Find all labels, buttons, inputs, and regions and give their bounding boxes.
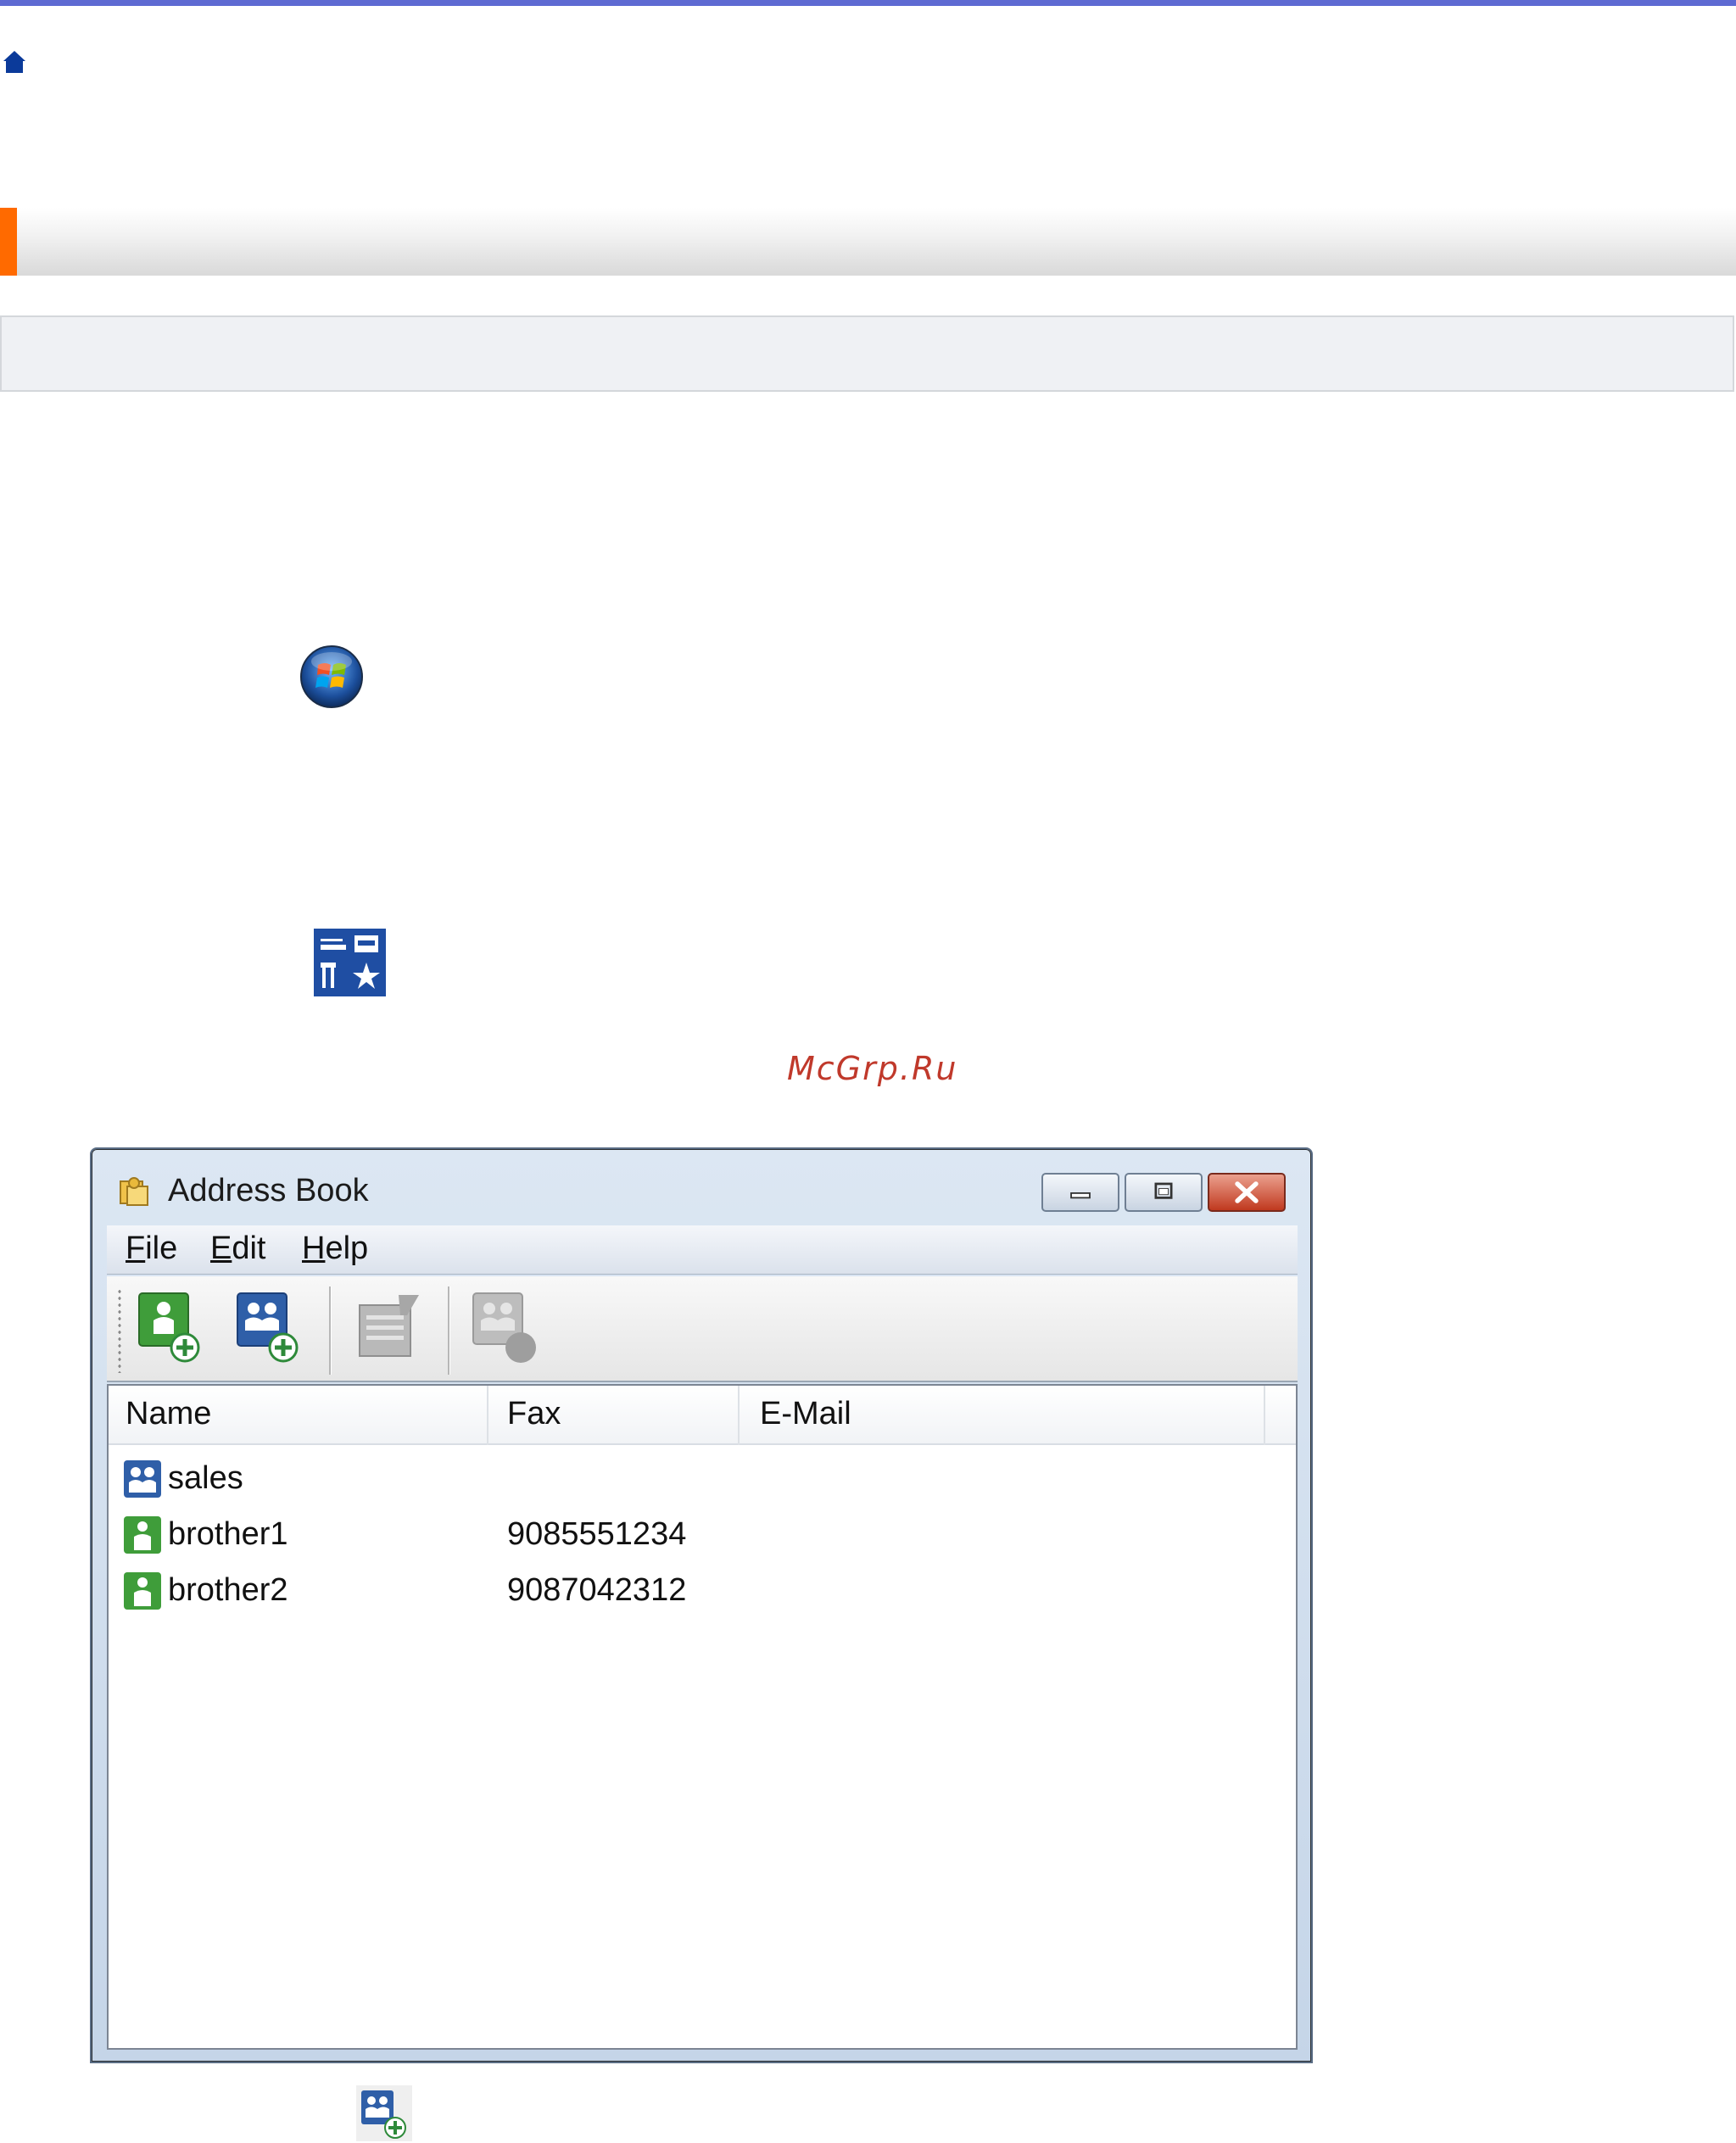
- menu-bar: File Edit Help: [107, 1225, 1298, 1275]
- windows-start-orb-icon[interactable]: [299, 645, 364, 709]
- home-icon[interactable]: [2, 49, 27, 75]
- note-box: [0, 315, 1734, 392]
- list-item[interactable]: brother2 9087042312: [109, 1565, 1296, 1616]
- address-book-window: Address Book File Edit Help Name Fax E-M…: [90, 1147, 1313, 2063]
- toolbar-separator: [448, 1286, 450, 1375]
- toolbar: [107, 1276, 1298, 1382]
- menu-edit[interactable]: Edit: [210, 1231, 266, 1267]
- member-icon: [124, 1572, 161, 1610]
- menu-help[interactable]: Help: [302, 1231, 368, 1267]
- row-name: brother2: [168, 1572, 288, 1608]
- row-fax: 9087042312: [507, 1572, 687, 1608]
- top-rule: [0, 0, 1736, 6]
- address-book-icon: [120, 1177, 148, 1206]
- brother-utilities-icon[interactable]: [314, 929, 386, 996]
- maximize-button[interactable]: [1125, 1173, 1203, 1212]
- add-member-icon[interactable]: [132, 1286, 214, 1368]
- column-separator[interactable]: [738, 1386, 740, 1445]
- edit-entry-icon[interactable]: [348, 1286, 429, 1368]
- address-list[interactable]: Name Fax E-Mail sales brother1 908555123…: [107, 1384, 1298, 2050]
- row-name: brother1: [168, 1516, 288, 1552]
- group-icon: [124, 1460, 161, 1498]
- list-header: Name Fax E-Mail: [109, 1386, 1296, 1445]
- add-group-icon[interactable]: [354, 2084, 414, 2143]
- heading-accent: [0, 208, 17, 276]
- minimize-icon: [1070, 1192, 1091, 1199]
- toolbar-separator: [329, 1286, 332, 1375]
- column-email[interactable]: E-Mail: [760, 1396, 851, 1432]
- column-fax[interactable]: Fax: [507, 1396, 561, 1432]
- row-fax: 9085551234: [507, 1516, 687, 1552]
- list-item[interactable]: sales: [109, 1454, 1296, 1504]
- column-separator[interactable]: [1264, 1386, 1265, 1445]
- watermark: McGrp.Ru: [787, 1050, 958, 1087]
- section-heading-bar: [0, 208, 1736, 276]
- add-group-icon[interactable]: [231, 1286, 312, 1368]
- row-name: sales: [168, 1460, 243, 1496]
- close-button[interactable]: [1208, 1173, 1286, 1212]
- list-item[interactable]: brother1 9085551234: [109, 1510, 1296, 1560]
- minimize-button[interactable]: [1041, 1173, 1119, 1212]
- maximize-icon: [1154, 1182, 1173, 1199]
- member-icon: [124, 1516, 161, 1554]
- send-fax-icon[interactable]: [466, 1286, 548, 1368]
- menu-file[interactable]: File: [126, 1231, 177, 1267]
- column-separator[interactable]: [487, 1386, 488, 1445]
- window-title: Address Book: [168, 1173, 369, 1208]
- toolbar-grip[interactable]: [117, 1288, 122, 1373]
- close-icon: [1235, 1181, 1259, 1203]
- column-name[interactable]: Name: [126, 1396, 211, 1432]
